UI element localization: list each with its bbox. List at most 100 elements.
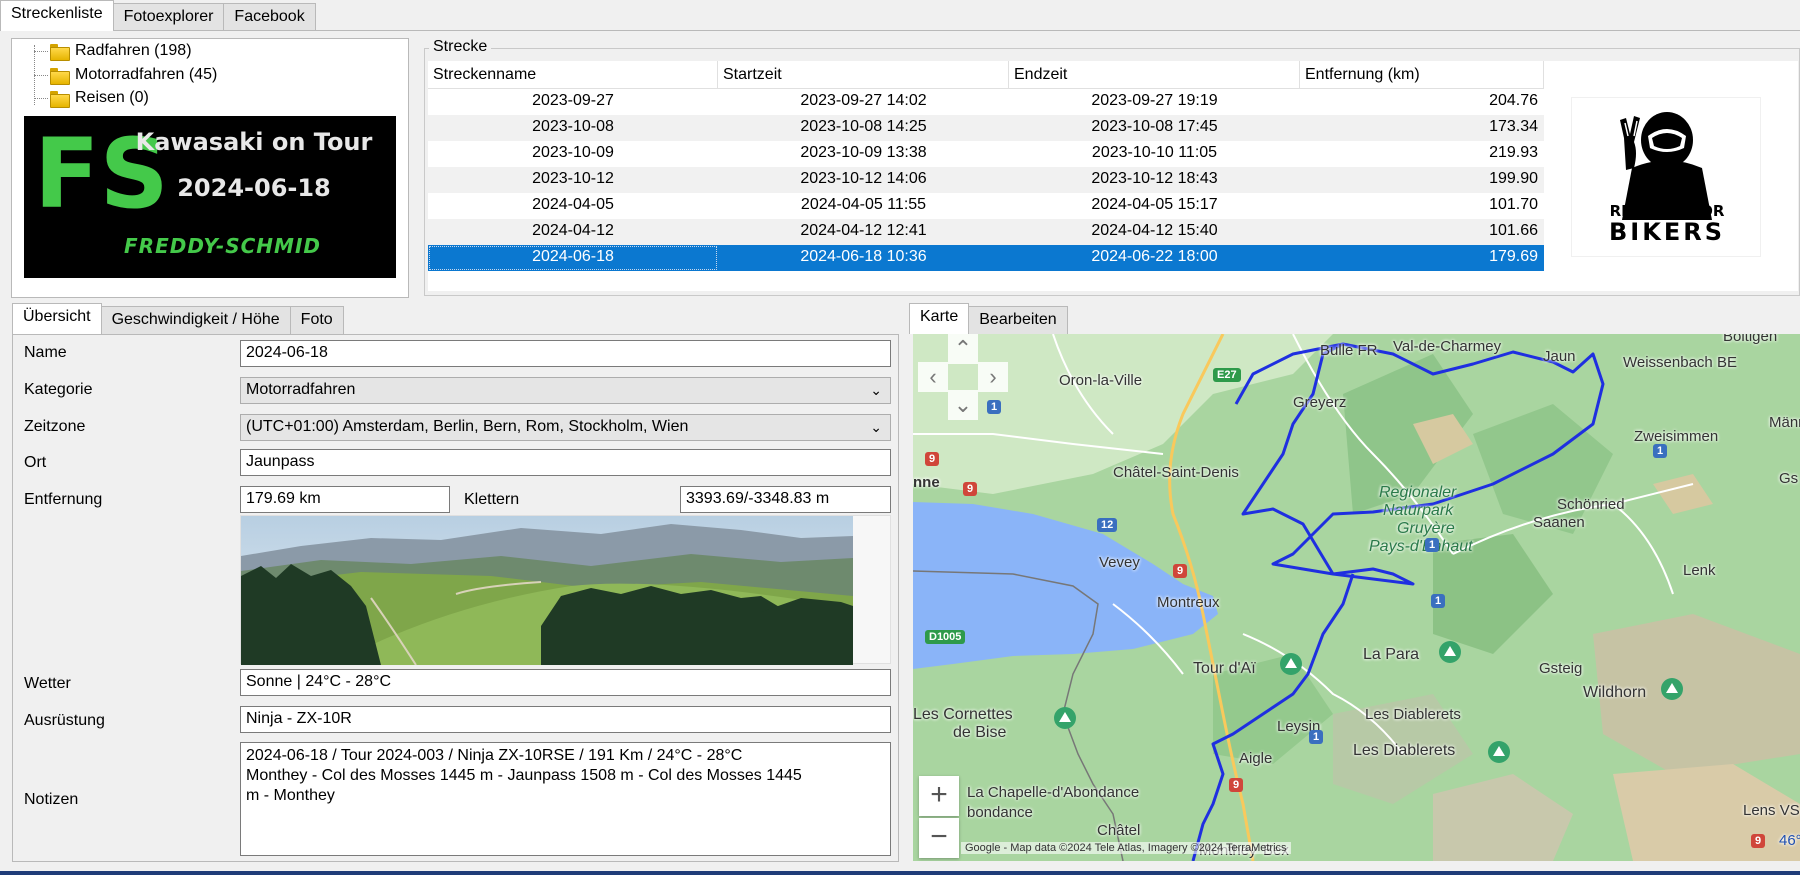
table-row[interactable]: 2024-06-18 2024-06-18 10:36 2024-06-22 18:… [428,245,1544,271]
tab-streckenliste[interactable]: Streckenliste [0,0,114,31]
map-label: Männ [1769,414,1800,431]
map-tabbar: Karte Bearbeiten [909,303,1068,334]
column-header-streckenname[interactable]: Streckenname [428,61,718,89]
column-header-startzeit[interactable]: Startzeit [718,61,1009,89]
table-row[interactable]: 2023-10-09 2023-10-09 13:38 2023-10-10 11:… [428,141,1544,167]
map-label: Gruyère [1397,520,1455,537]
tab-uebersicht[interactable]: Übersicht [12,303,102,334]
table-row[interactable]: 2024-04-05 2024-04-05 11:55 2024-04-05 15:… [428,193,1544,219]
cell-startzeit: 2024-04-12 12:41 [800,222,927,239]
map-label: Montreux [1157,594,1220,611]
landscape-photo[interactable] [241,516,853,666]
map-label: Tour d'Aï [1193,660,1256,677]
detail-tabbar: Übersicht Geschwindigkeit / Höhe Foto [12,303,344,334]
road-badge: 9 [1173,564,1188,578]
map-label: Les Diablerets [1365,706,1461,723]
pan-down-button[interactable]: ⌄ [948,390,978,420]
zeitzone-value: (UTC+01:00) Amsterdam, Berlin, Bern, Rom… [246,418,689,435]
wetter-field[interactable]: Sonne | 24°C - 28°C [240,669,891,696]
map-label: Weissenbach BE [1623,354,1737,371]
column-header-endzeit[interactable]: Endzeit [1009,61,1300,89]
map-label: Oron-la-Ville [1059,372,1143,389]
kategorie-select[interactable]: Motorradfahren ⌄ [240,377,891,404]
ort-label: Ort [24,454,47,471]
road-badge: 1 [987,400,1002,414]
map-label: Boltigen [1723,334,1778,345]
map-label: Bulle FR [1320,342,1378,359]
map-label: La Para [1363,646,1420,663]
road-badge: E27 [1213,368,1241,382]
map-label: Les Cornettes [913,706,1013,723]
table-row[interactable]: 2023-09-27 2023-09-27 14:02 2023-09-27 19:… [428,89,1544,115]
cell-entfernung: 204.76 [1489,92,1538,109]
table-row[interactable]: 2024-04-12 2024-04-12 12:41 2024-04-12 15:… [428,219,1544,245]
entfernung-field[interactable]: 179.69 km [240,486,450,513]
cell-endzeit: 2024-04-12 15:40 [1091,222,1218,239]
tab-karte[interactable]: Karte [909,303,970,334]
map-label: nne [913,474,940,491]
cell-endzeit: 2023-09-27 19:19 [1091,92,1218,109]
road-badge: D1005 [925,630,966,644]
tab-foto[interactable]: Foto [289,306,344,334]
map-label: Les Diablerets [1353,742,1456,759]
notizen-textarea[interactable]: 2024-06-18 / Tour 2024-003 / Ninja ZX-10… [240,742,891,856]
banner-title: Kawasaki on Tour [135,128,373,156]
pan-up-button[interactable]: ⌃ [948,334,978,364]
map-label: de Bise [953,724,1007,741]
kategorie-value: Motorradfahren [246,381,356,398]
cell-streckenname: 2023-10-09 [532,144,614,161]
road-badge: 9 [1751,834,1766,848]
ort-field[interactable]: Jaunpass [240,449,891,476]
table-row[interactable]: 2023-10-12 2023-10-12 14:06 2023-10-12 18:… [428,167,1544,193]
tree-item-motorradfahren[interactable]: Motorradfahren (45) [32,64,217,86]
pan-left-button[interactable]: ‹ [918,362,948,392]
table-row[interactable]: 2023-10-08 2023-10-08 14:25 2023-10-08 17:… [428,115,1544,141]
tab-bearbeiten[interactable]: Bearbeiten [968,306,1068,334]
zeitzone-select[interactable]: (UTC+01:00) Amsterdam, Berlin, Bern, Rom… [240,414,891,441]
map-label: Aigle [1239,750,1273,767]
route-map[interactable]: Bulle FR Val-de-Charmey Jaun Weissenbach… [913,334,1800,861]
folder-icon [50,90,70,108]
map-label: Regionaler [1379,484,1457,501]
column-header-entfernung[interactable]: Entfernung (km) [1300,61,1544,89]
tree-item-label: Motorradfahren (45) [75,66,218,83]
tree-item-label: Reisen (0) [75,89,149,106]
cell-endzeit: 2023-10-08 17:45 [1091,118,1218,135]
map-label: Naturpark [1383,502,1454,519]
road-badge: 1 [1309,730,1324,744]
name-label: Name [24,344,67,361]
road-badge: 1 [1431,594,1446,608]
map-label: Gsteig [1539,660,1583,677]
cell-startzeit: 2023-10-08 14:25 [800,118,927,135]
tree-item-reisen[interactable]: Reisen (0) [32,87,149,109]
map-label: La Chapelle-d'Abondance [967,784,1140,801]
pan-right-button[interactable]: › [978,362,1008,392]
map-label: Châtel-Saint-Denis [1113,464,1239,481]
category-tree-panel: Radfahren (198) Motorradfahren (45) Reis… [11,38,409,298]
banner-date: 2024-06-18 [177,174,331,202]
folder-icon [50,67,70,85]
ausruestung-field[interactable]: Ninja - ZX-10R [240,706,891,733]
tree-item-label: Radfahren (198) [75,42,192,59]
zoom-out-button[interactable]: − [919,818,959,858]
map-label: Saanen [1533,514,1585,531]
road-badge: 9 [963,482,978,496]
kategorie-label: Kategorie [24,381,93,398]
cell-endzeit: 2024-04-05 15:17 [1091,196,1218,213]
tab-fotoexplorer[interactable]: Fotoexplorer [112,3,225,31]
tab-facebook[interactable]: Facebook [223,3,316,31]
strecke-label: Strecke [429,38,492,56]
tree-item-radfahren[interactable]: Radfahren (198) [32,40,192,62]
name-field[interactable]: 2024-06-18 [240,340,891,367]
map-label: Pays-d'Enhaut [1369,538,1473,555]
map-label: Lenk [1683,562,1716,579]
map-label: Vevey [1099,554,1140,571]
map-label: Châtel [1097,822,1141,839]
top-tabbar: Streckenliste Fotoexplorer Facebook [0,0,316,31]
zoom-in-button[interactable]: + [919,776,959,816]
wetter-label: Wetter [24,675,71,692]
road-badge: 1 [1653,444,1668,458]
chevron-down-icon: ⌄ [870,419,882,435]
klettern-field[interactable]: 3393.69/-3348.83 m [680,486,891,513]
tab-geschwindigkeit[interactable]: Geschwindigkeit / Höhe [100,306,291,334]
